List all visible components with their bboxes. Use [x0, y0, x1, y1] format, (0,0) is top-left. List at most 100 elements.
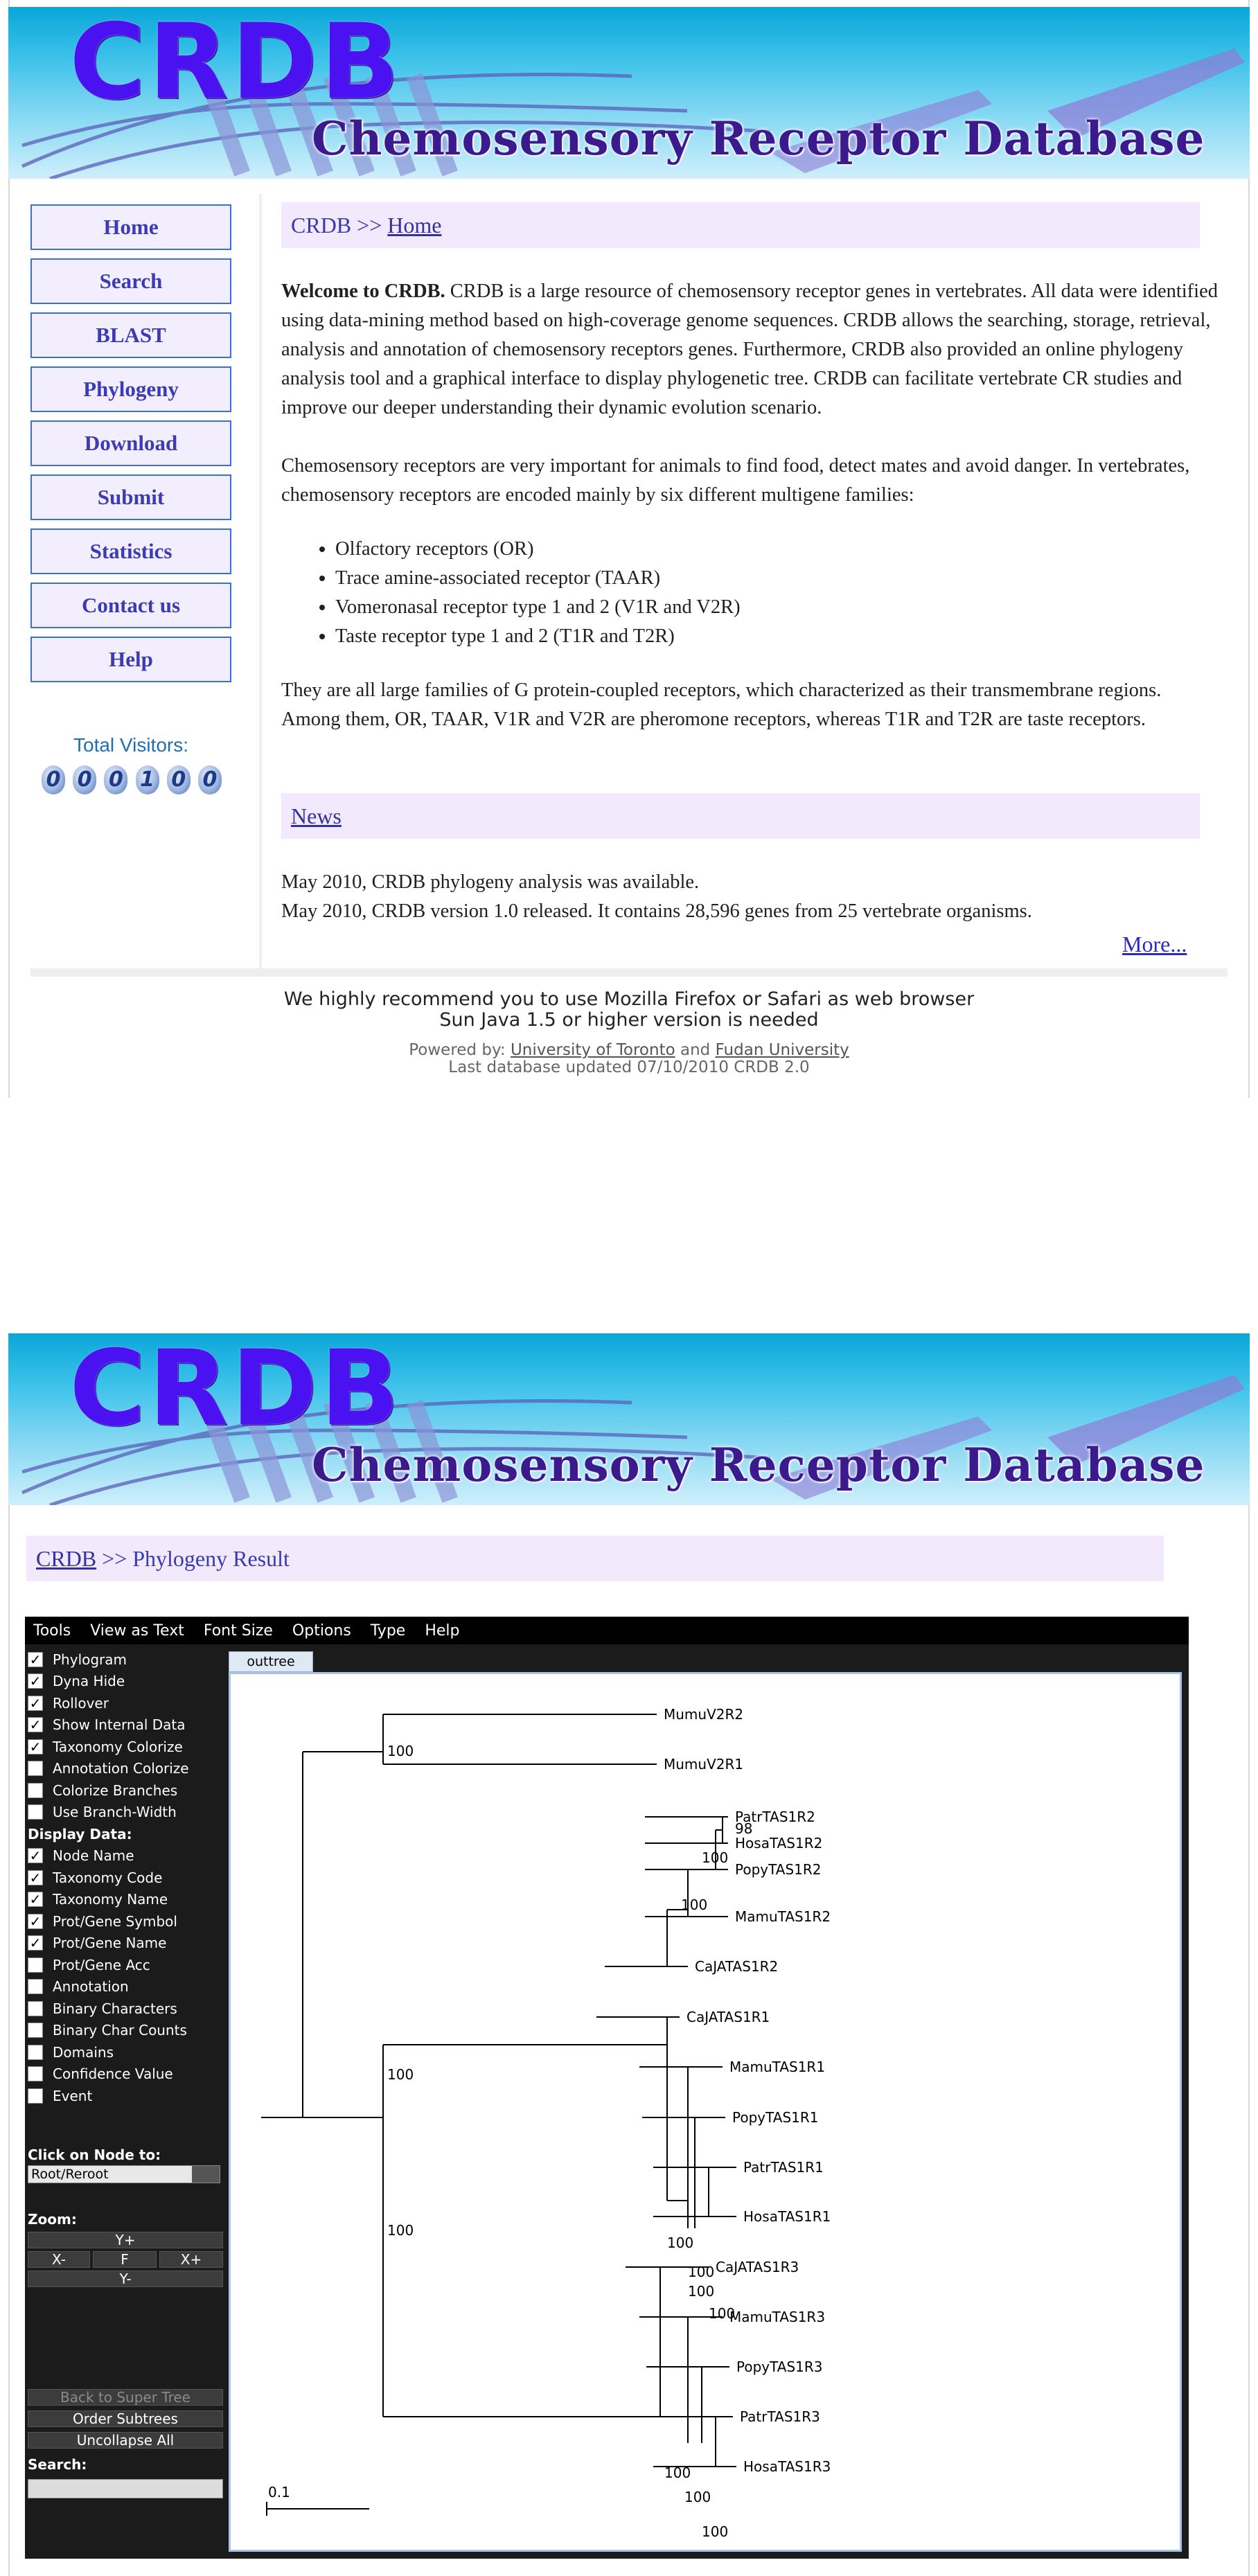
checkbox-checked[interactable]: ✓: [28, 1651, 43, 1667]
option-domains[interactable]: Domains: [28, 2041, 189, 2063]
leaf-label-mamutas1r1[interactable]: MamuTAS1R1: [729, 2059, 825, 2075]
option-rollover[interactable]: ✓ Rollover: [28, 1692, 189, 1714]
and-text: and: [675, 1041, 716, 1059]
option-use-branch-width[interactable]: Use Branch-Width: [28, 1802, 189, 1824]
option-show-internal-data[interactable]: ✓ Show Internal Data: [28, 1714, 189, 1736]
menu-view-as-text[interactable]: View as Text: [90, 1622, 184, 1640]
leaf-label-hosatas1r2[interactable]: HosaTAS1R2: [735, 1835, 822, 1851]
leaf-label-cajatas1r3[interactable]: CaJATAS1R3: [716, 2259, 799, 2275]
leaf-label-popytas1r1[interactable]: PopyTAS1R1: [732, 2109, 819, 2126]
option-phylogram[interactable]: ✓ Phylogram: [28, 1649, 189, 1671]
chevron-down-icon[interactable]: [192, 2166, 220, 2183]
menu-tools[interactable]: Tools: [33, 1622, 71, 1640]
uncollapse-all-button[interactable]: Uncollapse All: [28, 2432, 223, 2449]
checkbox-checked[interactable]: ✓: [28, 1892, 43, 1908]
option-taxonomy-colorize[interactable]: ✓ Taxonomy Colorize: [28, 1736, 189, 1758]
support-value-label: 100: [387, 2066, 414, 2083]
option-prot-gene-name[interactable]: ✓ Prot/Gene Name: [28, 1933, 189, 1955]
leaf-label-patrtas1r3[interactable]: PatrTAS1R3: [740, 2408, 820, 2425]
checkbox-unchecked[interactable]: [28, 1782, 43, 1798]
checkbox-unchecked[interactable]: [28, 2023, 43, 2038]
leaf-label-mamutas1r2[interactable]: MamuTAS1R2: [735, 1908, 831, 1925]
zoom-y-minus-button[interactable]: Y-: [28, 2271, 223, 2287]
option-taxonomy-code[interactable]: ✓ Taxonomy Code: [28, 1867, 189, 1889]
breadcrumb-crdb-link[interactable]: CRDB: [36, 1546, 96, 1571]
menu-type[interactable]: Type: [371, 1622, 406, 1640]
order-subtrees-button[interactable]: Order Subtrees: [28, 2410, 223, 2427]
leaf-label-popytas1r3[interactable]: PopyTAS1R3: [736, 2359, 823, 2375]
nav-help-button[interactable]: Help: [30, 637, 231, 682]
checkbox-checked[interactable]: ✓: [28, 1913, 43, 1929]
leaf-label-hosatas1r3[interactable]: HosaTAS1R3: [743, 2458, 831, 2475]
option-annotation[interactable]: Annotation: [28, 1976, 189, 1998]
checkbox-unchecked[interactable]: [28, 2088, 43, 2104]
zoom-x-minus-button[interactable]: X-: [28, 2251, 90, 2268]
checkbox-checked[interactable]: ✓: [28, 1673, 43, 1689]
option-prot-gene-symbol[interactable]: ✓ Prot/Gene Symbol: [28, 1910, 189, 1933]
option-binary-char-counts[interactable]: Binary Char Counts: [28, 2020, 189, 2042]
back-to-super-tree-button[interactable]: Back to Super Tree: [28, 2389, 223, 2406]
leaf-label-mumuv2r2[interactable]: MumuV2R2: [664, 1706, 743, 1723]
menu-help[interactable]: Help: [425, 1622, 459, 1640]
counter-digit: 0: [166, 765, 191, 794]
zoom-y-plus-button[interactable]: Y+: [28, 2232, 223, 2248]
option-node-name[interactable]: ✓ Node Name: [28, 1845, 189, 1867]
leaf-label-mamutas1r3[interactable]: MamuTAS1R3: [729, 2309, 825, 2325]
leaf-label-mumuv2r1[interactable]: MumuV2R1: [664, 1756, 743, 1773]
nav-search-button[interactable]: Search: [30, 258, 231, 304]
nav-submit-button[interactable]: Submit: [30, 474, 231, 520]
checkbox-unchecked[interactable]: [28, 1979, 43, 1995]
checkbox-checked[interactable]: ✓: [28, 1739, 43, 1755]
option-event[interactable]: Event: [28, 2085, 189, 2107]
fudan-link[interactable]: Fudan University: [716, 1041, 849, 1059]
option-dyna-hide[interactable]: ✓ Dyna Hide: [28, 1671, 189, 1693]
option-prot-gene-acc[interactable]: Prot/Gene Acc: [28, 1954, 189, 1976]
checkbox-checked[interactable]: ✓: [28, 1695, 43, 1711]
option-binary-characters[interactable]: Binary Characters: [28, 1998, 189, 2020]
checkbox-checked[interactable]: ✓: [28, 1848, 43, 1864]
checkbox-unchecked[interactable]: [28, 2066, 43, 2082]
breadcrumb-root[interactable]: CRDB >>: [291, 213, 387, 238]
option-colorize-branches[interactable]: Colorize Branches: [28, 1779, 189, 1802]
uoft-link[interactable]: University of Toronto: [511, 1041, 675, 1059]
checkbox-unchecked[interactable]: [28, 1761, 43, 1777]
nav-download-button[interactable]: Download: [30, 420, 231, 466]
nav-statistics-button[interactable]: Statistics: [30, 528, 231, 574]
zoom-x-plus-button[interactable]: X+: [159, 2251, 223, 2268]
checkbox-checked[interactable]: ✓: [28, 1869, 43, 1885]
leaf-label-patrtas1r1[interactable]: PatrTAS1R1: [743, 2159, 824, 2176]
tab-outtree[interactable]: outtree: [229, 1651, 313, 1672]
support-value-label: 100: [688, 2264, 714, 2280]
option-taxonomy-name[interactable]: ✓ Taxonomy Name: [28, 1889, 189, 1911]
phylogenetic-tree[interactable]: MumuV2R2MumuV2R1PatrTAS1R2HosaTAS1R2Popy…: [231, 1674, 1180, 2550]
option-confidence-value[interactable]: Confidence Value: [28, 2063, 189, 2086]
zoom-fit-button[interactable]: F: [93, 2251, 157, 2268]
checkbox-unchecked[interactable]: [28, 2044, 43, 2060]
checkbox-unchecked[interactable]: [28, 1804, 43, 1820]
leaf-label-hosatas1r1[interactable]: HosaTAS1R1: [743, 2208, 831, 2225]
menu-font-size[interactable]: Font Size: [204, 1622, 273, 1640]
phylogeny-page: CRDB Chemosensory Receptor Database CRDB…: [0, 1333, 1258, 2576]
news-link[interactable]: News: [291, 803, 342, 828]
checkbox-checked[interactable]: ✓: [28, 1935, 43, 1951]
powered-by-label: Powered by:: [409, 1041, 511, 1059]
news-header: News: [281, 793, 1200, 839]
leaf-label-cajatas1r1[interactable]: CaJATAS1R1: [686, 2009, 770, 2025]
menu-options[interactable]: Options: [292, 1622, 351, 1640]
nav-home-button[interactable]: Home: [30, 204, 231, 250]
site-logo[interactable]: CRDB: [69, 1333, 402, 1444]
checkbox-unchecked[interactable]: [28, 1957, 43, 1973]
leaf-label-cajatas1r2[interactable]: CaJATAS1R2: [695, 1958, 778, 1975]
site-logo[interactable]: CRDB: [69, 7, 402, 118]
option-annotation-colorize[interactable]: Annotation Colorize: [28, 1758, 189, 1780]
nav-blast-button[interactable]: BLAST: [30, 312, 231, 358]
checkbox-checked[interactable]: ✓: [28, 1717, 43, 1733]
nav-contact-button[interactable]: Contact us: [30, 583, 231, 628]
more-news-link[interactable]: More...: [1122, 932, 1187, 957]
nav-phylogeny-button[interactable]: Phylogeny: [30, 366, 231, 412]
click-node-select[interactable]: Root/Reroot: [28, 2165, 220, 2183]
leaf-label-popytas1r2[interactable]: PopyTAS1R2: [735, 1861, 822, 1878]
checkbox-unchecked[interactable]: [28, 2000, 43, 2016]
tree-search-input[interactable]: [28, 2479, 223, 2498]
breadcrumb-home-link[interactable]: Home: [387, 213, 441, 238]
